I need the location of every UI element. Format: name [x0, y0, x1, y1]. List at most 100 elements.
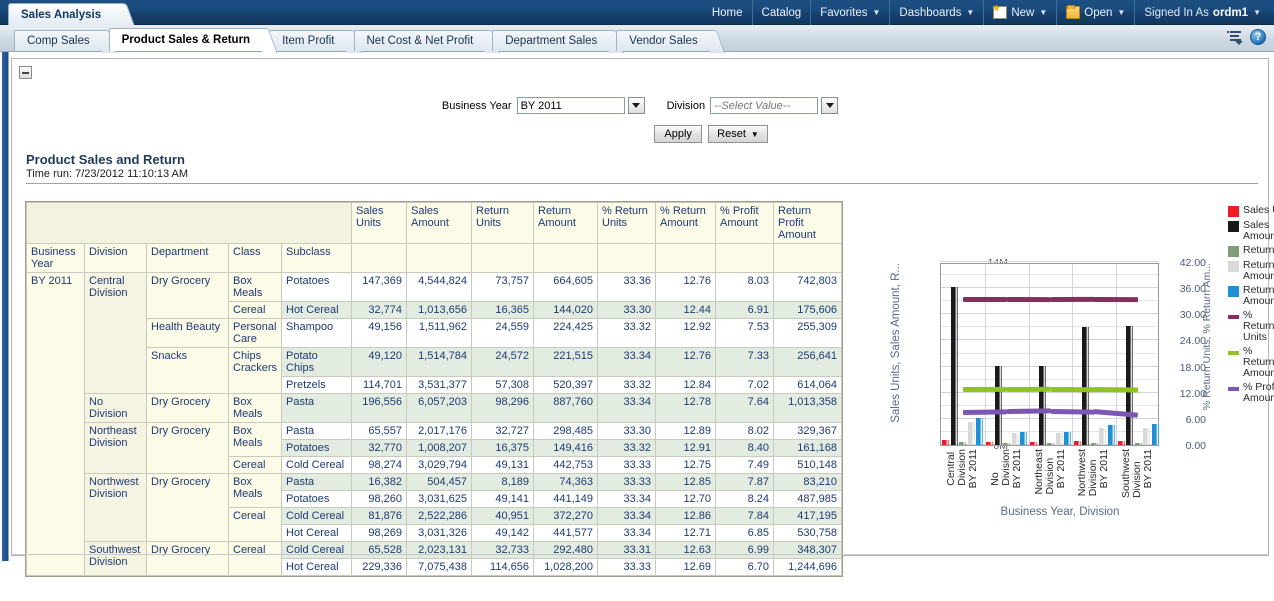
chart-bar[interactable] [1152, 424, 1159, 445]
col-pct-profit-amount[interactable]: % Profit Amount [716, 203, 774, 244]
chart-line-segment[interactable] [963, 297, 1007, 302]
cell-department[interactable]: Dry Grocery [147, 474, 229, 542]
chart-line-segment[interactable] [1007, 297, 1051, 302]
col-subclass[interactable]: Subclass [282, 244, 352, 273]
cell-subclass[interactable]: Pretzels [282, 377, 352, 394]
chart-bar[interactable] [1056, 433, 1063, 445]
nav-new[interactable]: New▼ [984, 0, 1057, 25]
nav-home[interactable]: Home [703, 0, 753, 25]
reset-button[interactable]: Reset▼ [708, 125, 768, 143]
chart-line-segment[interactable] [1007, 409, 1051, 415]
cell-subclass[interactable]: Potato Chips [282, 348, 352, 377]
signed-in-as[interactable]: Signed In Asordm1▼ [1135, 0, 1270, 25]
col-return-amount[interactable]: Return Amount [534, 203, 598, 244]
chart-legend-item[interactable]: % Profit Amount [1228, 382, 1274, 404]
cell-division[interactable]: Central Division [85, 273, 147, 394]
col-sales-amount[interactable]: Sales Amount [407, 203, 472, 244]
cell-department[interactable]: Dry Grocery [147, 423, 229, 474]
division-input[interactable] [710, 97, 818, 114]
nav-catalog[interactable]: Catalog [753, 0, 812, 25]
col-pct-return-amount[interactable]: % Return Amount [656, 203, 716, 244]
cell-department[interactable]: Dry Grocery [147, 394, 229, 423]
chart-line-segment[interactable] [1050, 387, 1094, 392]
chart-bar[interactable] [995, 366, 1002, 445]
cell-class[interactable]: Box Meals [229, 273, 282, 302]
chart-bar[interactable] [1003, 443, 1010, 445]
apply-button[interactable]: Apply [654, 125, 702, 143]
chart-bar[interactable] [976, 418, 983, 445]
cell-department[interactable]: Dry Grocery [147, 542, 229, 576]
chart-bar[interactable] [942, 440, 949, 445]
cell-subclass[interactable]: Hot Cereal [282, 302, 352, 319]
chart-bar[interactable] [1012, 433, 1019, 445]
chart-legend-item[interactable]: % Return Amount [1228, 346, 1274, 379]
cell-class[interactable]: Cereal [229, 508, 282, 542]
cell-subclass[interactable]: Potatoes [282, 491, 352, 508]
cell-business-year[interactable]: BY 2011 [27, 273, 85, 576]
chart-line-segment[interactable] [963, 409, 1007, 415]
cell-class[interactable]: Cereal [229, 457, 282, 474]
chart-bar[interactable] [1082, 327, 1089, 445]
help-icon[interactable]: ? [1250, 29, 1266, 45]
chart-bar[interactable] [1039, 366, 1046, 445]
cell-division[interactable]: Northwest Division [85, 474, 147, 542]
chart-line-segment[interactable] [1050, 409, 1094, 415]
page-options-icon[interactable] [1227, 30, 1243, 45]
cell-subclass[interactable]: Cold Cereal [282, 508, 352, 525]
cell-division[interactable]: Southwest Division [85, 542, 147, 576]
chart-bar[interactable] [1143, 428, 1150, 445]
division-dropdown-arrow[interactable] [821, 97, 838, 114]
cell-department[interactable]: Snacks [147, 348, 229, 394]
cell-class[interactable]: Box Meals [229, 423, 282, 457]
cell-subclass[interactable]: Shampoo [282, 319, 352, 348]
col-return-units[interactable]: Return Units [472, 203, 534, 244]
tab-item-profit[interactable]: Item Profit [269, 30, 351, 51]
tab-vendor-sales[interactable]: Vendor Sales [616, 30, 714, 51]
cell-class[interactable]: Cereal [229, 302, 282, 319]
chart-line-segment[interactable] [1007, 387, 1051, 392]
col-business-year[interactable]: Business Year [27, 244, 85, 273]
chart-legend-item[interactable]: Return Amount [1228, 260, 1274, 282]
chart-bar[interactable] [1108, 425, 1115, 445]
cell-subclass[interactable]: Pasta [282, 474, 352, 491]
business-year-input[interactable] [517, 97, 625, 114]
tab-department-sales[interactable]: Department Sales [492, 30, 614, 51]
chart-bar[interactable] [1126, 326, 1133, 445]
cell-subclass[interactable]: Hot Cereal [282, 559, 352, 576]
chart-legend-item[interactable]: Sales Ur [1228, 205, 1274, 217]
cell-department[interactable]: Health Beauty [147, 319, 229, 348]
nav-open[interactable]: Open▼ [1057, 0, 1135, 25]
cell-subclass[interactable]: Hot Cereal [282, 525, 352, 542]
chart-bar[interactable] [1135, 443, 1142, 445]
dashboard-name-tab[interactable]: Sales Analysis [8, 3, 124, 25]
chart-legend-item[interactable]: Sales Amount [1228, 220, 1274, 242]
sales-return-chart[interactable]: Sales Units, Sales Amount, R... % Return… [890, 201, 1274, 601]
chart-line-segment[interactable] [1050, 297, 1094, 302]
tab-net-cost-net-profit[interactable]: Net Cost & Net Profit [354, 30, 491, 51]
collapse-section-button[interactable] [19, 66, 32, 79]
chart-legend-item[interactable]: Return U [1228, 245, 1274, 257]
chart-legend-item[interactable]: % Return Units [1228, 310, 1274, 343]
cell-division[interactable]: Northeast Division [85, 423, 147, 474]
chart-bar[interactable] [1118, 441, 1125, 445]
cell-subclass[interactable]: Pasta [282, 423, 352, 440]
cell-division[interactable]: No Division [85, 394, 147, 423]
cell-subclass[interactable]: Potatoes [282, 440, 352, 457]
cell-subclass[interactable]: Cold Cereal [282, 457, 352, 474]
chart-line-segment[interactable] [1094, 387, 1138, 393]
chart-bar[interactable] [1020, 432, 1027, 445]
nav-dashboards[interactable]: Dashboards▼ [890, 0, 984, 25]
chart-bar[interactable] [986, 442, 993, 445]
tab-product-sales-return[interactable]: Product Sales & Return [109, 28, 267, 51]
col-class[interactable]: Class [229, 244, 282, 273]
cell-subclass[interactable]: Potatoes [282, 273, 352, 302]
chart-bar[interactable] [1064, 432, 1071, 445]
cell-department[interactable]: Dry Grocery [147, 273, 229, 319]
chart-bar[interactable] [959, 442, 966, 445]
chart-bar[interactable] [1047, 443, 1054, 445]
chart-bar[interactable] [1099, 428, 1106, 445]
col-sales-units[interactable]: Sales Units [352, 203, 407, 244]
cell-class[interactable]: Box Meals [229, 474, 282, 508]
tab-comp-sales[interactable]: Comp Sales [14, 30, 107, 51]
cell-class[interactable]: Box Meals [229, 394, 282, 423]
